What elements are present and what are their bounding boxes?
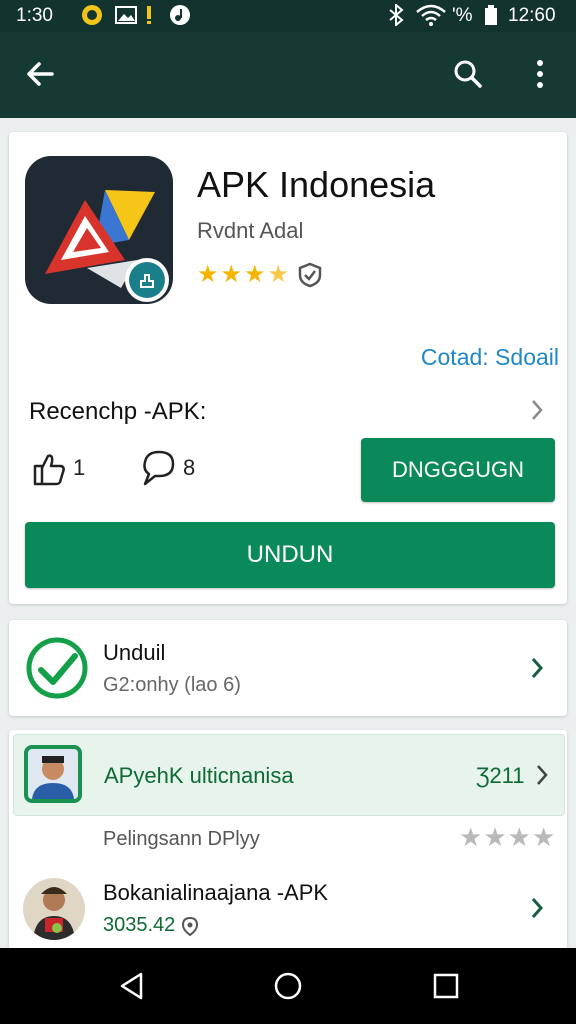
comment-stat[interactable]: 8 — [139, 448, 195, 488]
like-count: 1 — [73, 455, 86, 480]
status-time: 1:30 — [16, 5, 53, 26]
chevron-right-icon[interactable] — [527, 396, 547, 424]
highlight-title: APyehK ulticnanisa — [104, 763, 294, 788]
star-icon: ★ — [531, 822, 557, 852]
circle-home-icon — [274, 972, 302, 1000]
battery-icon — [482, 4, 500, 26]
bluetooth-off-icon — [384, 4, 408, 26]
more-vert-icon — [537, 60, 543, 88]
system-nav-bar — [0, 948, 576, 1024]
square-recents-icon — [433, 973, 459, 999]
location-pin-icon — [182, 916, 199, 936]
highlight-value: Ʒ211 — [476, 763, 525, 788]
check-circle-icon — [26, 637, 88, 699]
more-options-button[interactable] — [516, 50, 564, 98]
nav-back-button[interactable] — [108, 962, 156, 1010]
star-icon: ★ — [197, 261, 219, 288]
image-icon — [114, 4, 138, 26]
highlight-row[interactable]: APyehK ulticnanisa Ʒ211 — [13, 734, 565, 816]
app-bar — [0, 32, 576, 118]
comment-count: 8 — [183, 455, 196, 480]
notification-circle-icon — [80, 4, 104, 26]
search-icon — [454, 60, 482, 88]
nav-home-button[interactable] — [264, 962, 312, 1010]
chevron-right-icon — [532, 761, 552, 789]
half-star-icon: ★ — [267, 261, 290, 288]
status-time-right: 12:60 — [508, 5, 556, 26]
chevron-right-icon — [527, 654, 547, 682]
battery-percent: '% — [452, 5, 473, 26]
app-icon[interactable] — [25, 156, 173, 304]
download-button[interactable]: UNDUN — [25, 522, 555, 588]
download-status-card[interactable]: Unduil G2:onhy (lao 6) — [9, 620, 567, 716]
app-title: APK Indonesia — [197, 164, 436, 205]
secondary-action-button[interactable]: DNGGGUGN — [361, 438, 555, 502]
section-label[interactable]: Recenchp -APK: — [29, 398, 206, 426]
app-badge — [125, 258, 169, 302]
review-rating: ★★★★ — [459, 822, 556, 853]
star-icon: ★ — [507, 822, 532, 852]
app-rating: ★ ★ ★ ★ — [197, 260, 323, 289]
alert-icon — [144, 4, 154, 26]
back-button[interactable] — [16, 50, 64, 98]
arrow-left-icon — [27, 62, 54, 86]
status-bar: 1:30 '% 12:60 — [0, 0, 576, 32]
review-value-wrap: 3035.42 — [103, 914, 199, 937]
star-icon: ★ — [244, 261, 266, 288]
person-avatar-icon — [28, 749, 78, 799]
shield-check-icon — [298, 262, 322, 287]
search-button[interactable] — [444, 50, 492, 98]
music-icon — [168, 4, 192, 26]
app-details-card: APK Indonesia Rvdnt Adal ★ ★ ★ ★ Cotad: … — [9, 132, 567, 604]
wifi-icon — [414, 4, 448, 26]
star-icon: ★ — [220, 261, 243, 288]
review-value: 3035.42 — [103, 914, 176, 936]
review-header-label: Pelingsann DPlyy — [103, 828, 260, 850]
chevron-right-icon[interactable] — [527, 894, 547, 922]
avatar — [24, 745, 82, 803]
thumb-up-icon — [33, 454, 65, 486]
nav-recents-button[interactable] — [422, 962, 470, 1010]
person-avatar-icon — [33, 887, 75, 940]
review-title: Bokanialinaajana -APK — [103, 880, 329, 905]
star-icon: ★ — [483, 822, 508, 852]
like-stat[interactable]: 1 — [29, 448, 85, 488]
triangle-back-icon — [120, 972, 143, 1000]
contact-link[interactable]: Cotad: Sdoail — [421, 344, 559, 371]
comment-icon — [143, 450, 175, 486]
download-subtitle: G2:onhy (lao 6) — [103, 674, 241, 696]
star-icon: ★ — [459, 822, 484, 852]
related-list-card: APyehK ulticnanisa Ʒ211 Pelingsann DPlyy… — [9, 730, 567, 948]
avatar[interactable] — [23, 878, 85, 940]
developer-name[interactable]: Rvdnt Adal — [197, 218, 303, 244]
upload-icon — [140, 274, 154, 288]
download-title: Unduil — [103, 640, 166, 665]
